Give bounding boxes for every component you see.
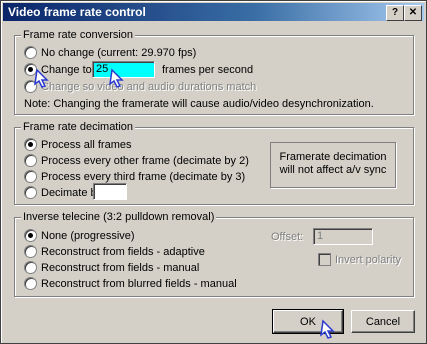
radio-no-change-control[interactable] — [24, 46, 37, 59]
radio-no-change[interactable]: No change (current: 29.970 fps) — [24, 46, 196, 59]
radio-every-other-label: Process every other frame (decimate by 2… — [41, 154, 249, 167]
cancel-button[interactable]: Cancel — [351, 310, 415, 333]
radio-match-durations-label: Change so video and audio durations matc… — [41, 80, 257, 93]
radio-blurred-fields-manual-label: Reconstruct from blurred fields - manual — [41, 277, 237, 290]
frame-rate-conversion-group: Frame rate conversion No change (current… — [14, 29, 414, 115]
close-button[interactable]: ✕ — [404, 5, 422, 21]
invert-polarity-check-control[interactable] — [318, 253, 331, 266]
frame-rate-decimation-group: Frame rate decimation Process all frames… — [14, 121, 414, 205]
frc-legend: Frame rate conversion — [21, 29, 136, 41]
title-bar[interactable]: Video frame rate control ? ✕ — [3, 3, 424, 21]
radio-fields-adaptive[interactable]: Reconstruct from fields - adaptive — [24, 245, 205, 258]
radio-every-third-label: Process every third frame (decimate by 3… — [41, 170, 246, 183]
radio-none-progressive-control[interactable] — [24, 229, 37, 242]
radio-fields-adaptive-control[interactable] — [24, 245, 37, 258]
offset-label: Offset: — [271, 231, 304, 243]
radio-process-all-control[interactable] — [24, 138, 37, 151]
radio-no-change-label: No change (current: 29.970 fps) — [41, 46, 197, 59]
radio-fields-adaptive-label: Reconstruct from fields - adaptive — [41, 245, 205, 258]
cursor-icon — [34, 68, 49, 88]
cursor-icon — [320, 319, 335, 339]
radio-every-third[interactable]: Process every third frame (decimate by 3… — [24, 170, 245, 183]
radio-fields-manual-control[interactable] — [24, 261, 37, 274]
invert-polarity-checkbox[interactable]: Invert polarity — [318, 253, 401, 266]
decimation-legend: Frame rate decimation — [21, 121, 136, 133]
radio-blurred-fields-manual-control[interactable] — [24, 277, 37, 290]
desync-note: Note: Changing the framerate will cause … — [24, 98, 374, 110]
radio-none-progressive-label: None (progressive) — [41, 229, 135, 242]
offset-input[interactable]: 1 — [313, 228, 373, 245]
radio-every-other[interactable]: Process every other frame (decimate by 2… — [24, 154, 249, 167]
ivtc-legend: Inverse telecine (3:2 pulldown removal) — [21, 211, 217, 223]
radio-process-all-label: Process all frames — [41, 138, 132, 151]
radio-decimate-by-control[interactable] — [24, 186, 37, 199]
cursor-icon — [109, 68, 124, 88]
decimation-info-text: Framerate decimation will not affect a/v… — [279, 151, 387, 176]
radio-decimate-by[interactable]: Decimate by — [24, 186, 102, 199]
decimate-by-input[interactable] — [93, 183, 127, 200]
radio-blurred-fields-manual[interactable]: Reconstruct from blurred fields - manual — [24, 277, 237, 290]
inverse-telecine-group: Inverse telecine (3:2 pulldown removal) … — [14, 211, 414, 297]
radio-every-other-control[interactable] — [24, 154, 37, 167]
dialog-window: Video frame rate control ? ✕ Frame rate … — [0, 0, 427, 344]
radio-fields-manual[interactable]: Reconstruct from fields - manual — [24, 261, 199, 274]
radio-none-progressive[interactable]: None (progressive) — [24, 229, 135, 242]
window-title: Video frame rate control — [8, 5, 146, 19]
radio-every-third-control[interactable] — [24, 170, 37, 183]
invert-polarity-label: Invert polarity — [335, 253, 402, 266]
radio-process-all[interactable]: Process all frames — [24, 138, 131, 151]
decimation-info-box: Framerate decimation will not affect a/v… — [270, 142, 396, 188]
radio-match-durations[interactable]: Change so video and audio durations matc… — [24, 80, 256, 93]
fps-suffix-label: frames per second — [162, 64, 254, 76]
radio-fields-manual-label: Reconstruct from fields - manual — [41, 261, 200, 274]
help-button[interactable]: ? — [386, 5, 404, 21]
